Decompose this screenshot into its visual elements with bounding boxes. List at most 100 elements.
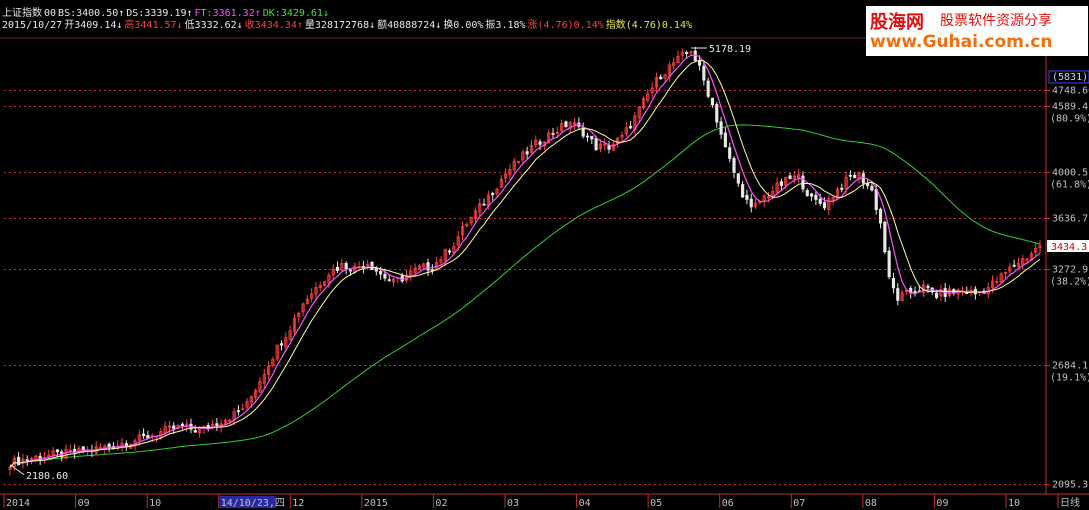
candle-body bbox=[715, 104, 719, 123]
kline-chart[interactable]: 4748.66 4589.4(80.9%) 4000.5(61.8%) 3636.7 3… bbox=[0, 0, 1089, 510]
current-price-label: 3434.3 bbox=[1051, 242, 1087, 253]
candle-body bbox=[387, 279, 391, 282]
candle-body bbox=[822, 202, 827, 209]
candle-body bbox=[818, 198, 822, 204]
candle-body bbox=[172, 425, 176, 430]
candle-body bbox=[551, 133, 555, 135]
candle-body bbox=[702, 65, 706, 81]
candle-body bbox=[279, 343, 284, 346]
header-line2-item: 开3409.14↓ bbox=[64, 20, 123, 31]
y-tick-label: 2684.1 bbox=[1052, 361, 1088, 372]
indicator-header-line1: 上证指数 00 BS:3400.50↑ DS:3339.19↑ FT:3361.32↑ D… bbox=[2, 8, 331, 20]
candle-body bbox=[335, 266, 340, 271]
candle-body bbox=[344, 263, 348, 270]
y-tick-label: 4748.66 bbox=[1052, 86, 1089, 97]
candle-body bbox=[659, 76, 663, 80]
candle-body bbox=[107, 443, 111, 448]
candle-body bbox=[934, 292, 939, 299]
candle-body bbox=[25, 459, 29, 462]
header-line1-item: DS:3339.19↑ bbox=[126, 8, 193, 19]
candle-body bbox=[926, 285, 930, 288]
x-tick-label: 05 bbox=[650, 498, 662, 509]
candle-body bbox=[741, 184, 745, 198]
x-tick-label: 2015 bbox=[364, 498, 388, 509]
candle-body bbox=[805, 190, 809, 197]
candle-body bbox=[564, 121, 568, 128]
header-line2-item: 换0.00% bbox=[443, 20, 484, 31]
candles bbox=[8, 46, 1042, 476]
axes bbox=[0, 8, 1089, 495]
x-tick-label: 03 bbox=[507, 498, 519, 509]
x-tick-label: 04 bbox=[579, 498, 591, 509]
watermark-site-name: 股海网 bbox=[870, 12, 924, 33]
header-line2-item: 2015/10/27 bbox=[2, 20, 63, 31]
candle-body bbox=[525, 151, 529, 155]
header-line1-item: FT:3361.32↑ bbox=[194, 8, 261, 19]
y-tick-pct-label: (19.1%) bbox=[1050, 373, 1089, 384]
candle-body bbox=[891, 278, 896, 289]
candle-body bbox=[749, 198, 753, 208]
y-tick-pct-label: (80.9%) bbox=[1050, 114, 1089, 125]
candle-body bbox=[723, 132, 727, 148]
candle-body bbox=[736, 173, 740, 184]
candle-body bbox=[215, 423, 219, 427]
header-line1-item: BS:3400.50↑ bbox=[58, 8, 125, 19]
high-label: 5178.19 bbox=[709, 44, 751, 55]
candle-body bbox=[697, 60, 702, 66]
candle-body bbox=[870, 185, 874, 191]
candle-body bbox=[883, 221, 887, 253]
candle-body bbox=[853, 174, 857, 179]
candle-body bbox=[801, 175, 805, 190]
x-tick-label: 02 bbox=[435, 498, 447, 509]
ma-long-line bbox=[9, 124, 1041, 468]
candle-body bbox=[594, 138, 598, 151]
candle-body bbox=[685, 52, 689, 54]
header-line2-item: 涨(4.76)0.14% bbox=[527, 20, 604, 31]
candle-body bbox=[370, 261, 374, 271]
candle-body bbox=[732, 158, 736, 173]
y-top-count-label: (5831) bbox=[1052, 72, 1088, 83]
watermark-url: www.Guhai.com.cn bbox=[870, 32, 1053, 52]
candle-body bbox=[629, 125, 633, 129]
x-tick-label: 10 bbox=[149, 498, 161, 509]
candle-body bbox=[1012, 264, 1016, 267]
y-tick-pct-label: (61.8%) bbox=[1050, 180, 1089, 191]
x-tick-label: 09 bbox=[936, 498, 948, 509]
candle-body bbox=[779, 181, 784, 186]
y-axis-ticks: 4748.66 4589.4(80.9%) 4000.5(61.8%) 3636.7 3… bbox=[1046, 70, 1089, 491]
low-marker-line bbox=[9, 464, 25, 476]
ma-short-line bbox=[9, 54, 1041, 468]
candle-body bbox=[426, 262, 430, 271]
y-tick-label: 4589.4 bbox=[1052, 102, 1088, 113]
candle-body bbox=[430, 269, 434, 272]
candle-body bbox=[383, 273, 387, 279]
y-tick-label: 4000.5 bbox=[1052, 168, 1088, 179]
y-tick-label: 3272.9 bbox=[1052, 265, 1088, 276]
header-line1-item: 00 bbox=[44, 8, 57, 19]
ma-mid-polyline bbox=[9, 59, 1041, 468]
header-line2-item: 额40888724↓ bbox=[377, 20, 442, 31]
low-label: 2180.60 bbox=[26, 471, 68, 482]
candle-body bbox=[706, 80, 710, 97]
candle-body bbox=[728, 147, 732, 159]
watermark-logo: 股海网 股票软件资源分享 www.Guhai.com.cn bbox=[866, 6, 1088, 56]
x-tick-label: 2014 bbox=[6, 498, 30, 509]
candle-body bbox=[538, 141, 542, 145]
x-tick-label: 日线 bbox=[1060, 496, 1080, 509]
candle-body bbox=[848, 174, 852, 177]
candle-body bbox=[896, 288, 900, 301]
candle-body bbox=[788, 175, 792, 180]
header-line2-item: 高3441.57↓ bbox=[124, 20, 183, 31]
x-tick-label: 06 bbox=[722, 498, 734, 509]
candle-body bbox=[55, 449, 59, 453]
annotations: 5178.19 2180.60 bbox=[9, 44, 751, 482]
candle-body bbox=[585, 135, 590, 138]
x-axis-ticks: 2014 09 10 14/10/23,四 12 2015 02 03 04 05 06 07 08 09… bbox=[3, 494, 1080, 509]
header-line2-item: 收3434.34↑ bbox=[244, 20, 303, 31]
candle-body bbox=[887, 250, 891, 278]
x-tick-label: 10 bbox=[1008, 498, 1020, 509]
header-line2-item: 振3.18% bbox=[485, 20, 526, 31]
candle-body bbox=[866, 183, 870, 187]
candle-body bbox=[745, 194, 749, 200]
candle-body bbox=[448, 250, 452, 253]
